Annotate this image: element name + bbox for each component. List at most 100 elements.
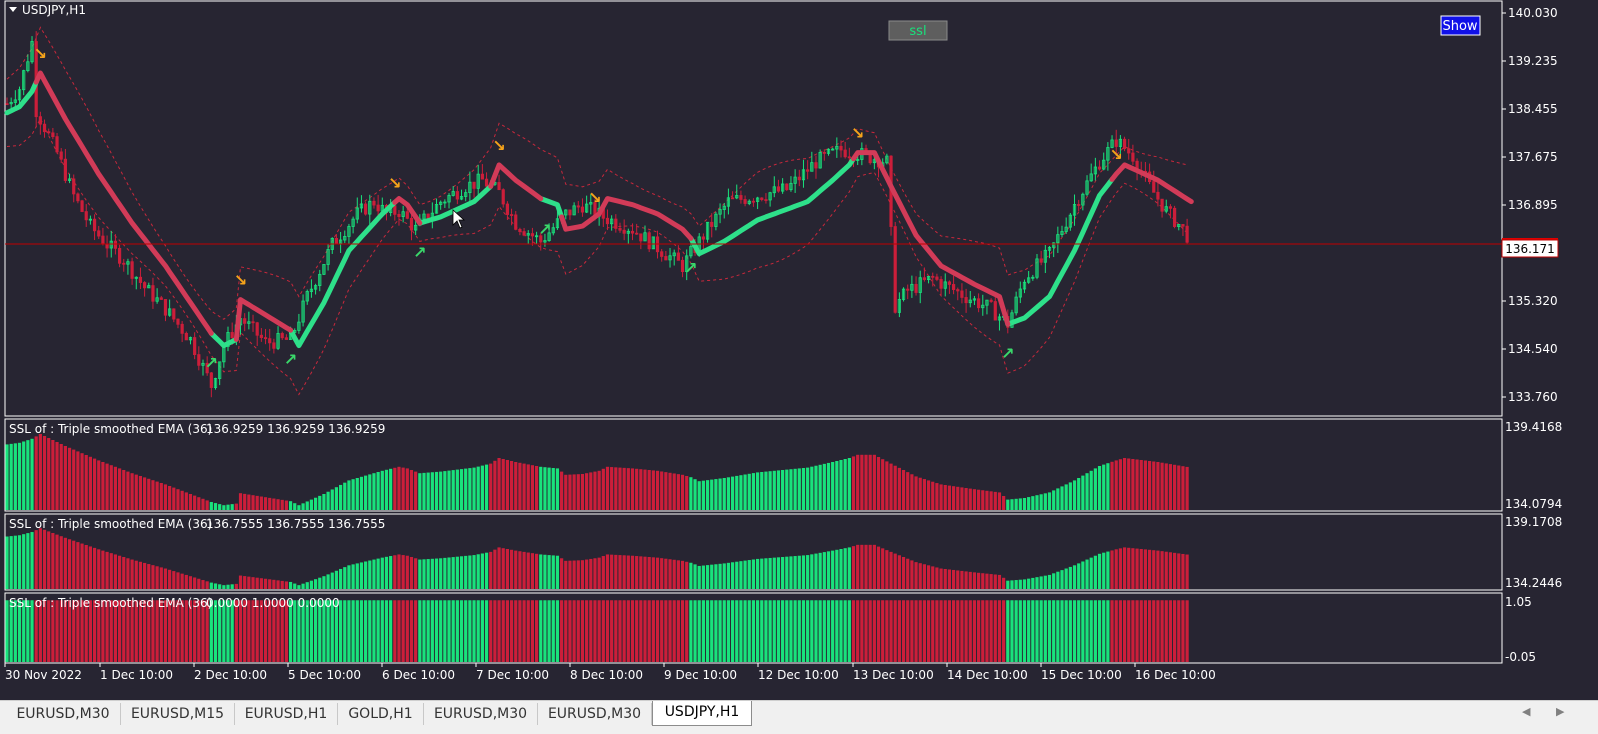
indicator-bar bbox=[263, 497, 268, 510]
indicator-bar bbox=[318, 495, 322, 510]
candle-body bbox=[284, 337, 288, 340]
indicator-bar bbox=[180, 573, 184, 589]
indicator-bar bbox=[655, 557, 660, 589]
indicator-bar bbox=[1047, 600, 1052, 662]
indicator-bar bbox=[434, 471, 439, 510]
indicator-bar bbox=[5, 536, 9, 589]
candle-body bbox=[993, 301, 997, 321]
indicator-bar bbox=[459, 600, 464, 662]
sell-arrow-icon: ↘ bbox=[34, 44, 47, 63]
indicator-bar bbox=[747, 600, 751, 662]
candle-body bbox=[518, 228, 522, 232]
candle-body bbox=[914, 283, 918, 293]
tab-eurusd-m30-3[interactable]: EURUSD,M30 bbox=[538, 703, 652, 725]
candle-body bbox=[618, 228, 622, 231]
candle-body bbox=[151, 285, 155, 302]
indicator-bar bbox=[505, 600, 509, 662]
indicator-bar bbox=[168, 486, 172, 510]
candle-body bbox=[1160, 198, 1164, 212]
candle-body bbox=[243, 318, 247, 324]
candle-body bbox=[1181, 224, 1185, 227]
indicator-bar bbox=[555, 555, 560, 589]
tab-eurusd-m30-2[interactable]: EURUSD,M30 bbox=[424, 703, 538, 725]
indicator-bar bbox=[760, 558, 764, 589]
indicator-bar bbox=[1060, 570, 1064, 589]
indicator-bar bbox=[618, 555, 622, 589]
indicator-bar bbox=[977, 489, 981, 510]
indicator-bar bbox=[1064, 600, 1068, 662]
tab-scroll-left-icon[interactable]: ◀ bbox=[1522, 705, 1530, 718]
tab-gold-h1[interactable]: GOLD,H1 bbox=[338, 703, 424, 725]
candle-body bbox=[376, 204, 380, 212]
indicator-bar bbox=[1118, 459, 1122, 510]
indicator-bar bbox=[401, 555, 405, 589]
tab-eurusd-m15[interactable]: EURUSD,M15 bbox=[121, 703, 235, 725]
indicator-bar bbox=[1177, 553, 1181, 589]
indicator-bar bbox=[764, 600, 768, 662]
indicator-bar bbox=[1031, 600, 1035, 662]
indicator-bar bbox=[134, 474, 138, 510]
indicator-bar bbox=[580, 560, 585, 589]
indicator-bar bbox=[1152, 550, 1156, 589]
indicator-bar bbox=[67, 447, 72, 510]
show-button[interactable]: Show bbox=[1440, 15, 1481, 36]
candle-body bbox=[751, 200, 756, 203]
indicator-bar bbox=[635, 556, 639, 589]
indicator-bar bbox=[188, 576, 193, 589]
candle-body bbox=[251, 321, 255, 324]
indicator-bar bbox=[856, 544, 860, 589]
tab-usdjpy-h1[interactable]: USDJPY,H1 bbox=[652, 701, 752, 726]
candle-body bbox=[977, 298, 981, 309]
candle-body bbox=[184, 332, 188, 341]
indicator-bar bbox=[5, 444, 9, 510]
indicator-bar bbox=[522, 463, 526, 510]
current-price-tag: 136.171 bbox=[1501, 238, 1559, 258]
indicator-bar bbox=[1110, 550, 1114, 589]
indicator-bar bbox=[1160, 462, 1164, 510]
time-axis-label: 5 Dec 10:00 bbox=[288, 668, 361, 682]
indicator-1-title: SSL of : Triple smoothed EMA (36) bbox=[9, 422, 212, 436]
indicator-bar bbox=[238, 575, 243, 589]
candle-body bbox=[5, 103, 9, 106]
indicator-bar bbox=[163, 568, 168, 589]
tab-eurusd-h1[interactable]: EURUSD,H1 bbox=[235, 703, 338, 725]
indicator-bar bbox=[947, 600, 952, 662]
chart-canvas[interactable]: ↗ ↗ ↗ ↗ ↗ ↗ ↘ ↘ ↘ ↘ ↘ ↘ ↘ 140.030 139.235 138.455 137.6… bbox=[0, 0, 1598, 700]
indicator-bar bbox=[51, 440, 55, 510]
indicator-bar bbox=[101, 462, 105, 510]
indicator-bar bbox=[772, 557, 776, 589]
tab-scroll-right-icon[interactable]: ▶ bbox=[1556, 705, 1564, 718]
candle-body bbox=[530, 233, 535, 237]
indicator-bar bbox=[1072, 600, 1077, 662]
indicator-bar bbox=[1052, 573, 1056, 589]
indicator-bar bbox=[726, 477, 731, 510]
candle-body bbox=[1127, 148, 1131, 154]
ssl-toggle-button[interactable]: ssl bbox=[888, 20, 948, 41]
indicator-bar bbox=[672, 600, 676, 662]
indicator-bar bbox=[1027, 497, 1031, 510]
indicator-bar bbox=[555, 600, 560, 662]
indicator-bar bbox=[793, 600, 797, 662]
indicator-bar bbox=[447, 470, 451, 510]
indicator-bar bbox=[951, 569, 956, 589]
indicator-bar bbox=[730, 476, 735, 510]
candle-body bbox=[397, 213, 401, 217]
indicator-bar bbox=[651, 600, 655, 662]
indicator-bar bbox=[743, 474, 747, 510]
indicator-bar bbox=[668, 600, 672, 662]
indicator-bar bbox=[680, 600, 685, 662]
indicator-bar bbox=[1031, 496, 1035, 510]
indicator-bar bbox=[22, 534, 26, 589]
indicator-bar bbox=[735, 475, 739, 510]
indicator-bar bbox=[689, 562, 693, 589]
indicator-bar bbox=[1156, 600, 1160, 662]
tab-eurusd-m30-1[interactable]: EURUSD,M30 bbox=[6, 703, 121, 725]
indicator-bar bbox=[776, 600, 781, 662]
indicator-bar bbox=[255, 495, 259, 510]
indicator-bar bbox=[484, 600, 489, 662]
indicator-bar bbox=[1131, 459, 1135, 510]
indicator-bar bbox=[1039, 576, 1043, 589]
indicator-bar bbox=[647, 557, 651, 589]
price-axis-label: 135.320 bbox=[1508, 294, 1558, 308]
indicator-bar bbox=[639, 600, 643, 662]
